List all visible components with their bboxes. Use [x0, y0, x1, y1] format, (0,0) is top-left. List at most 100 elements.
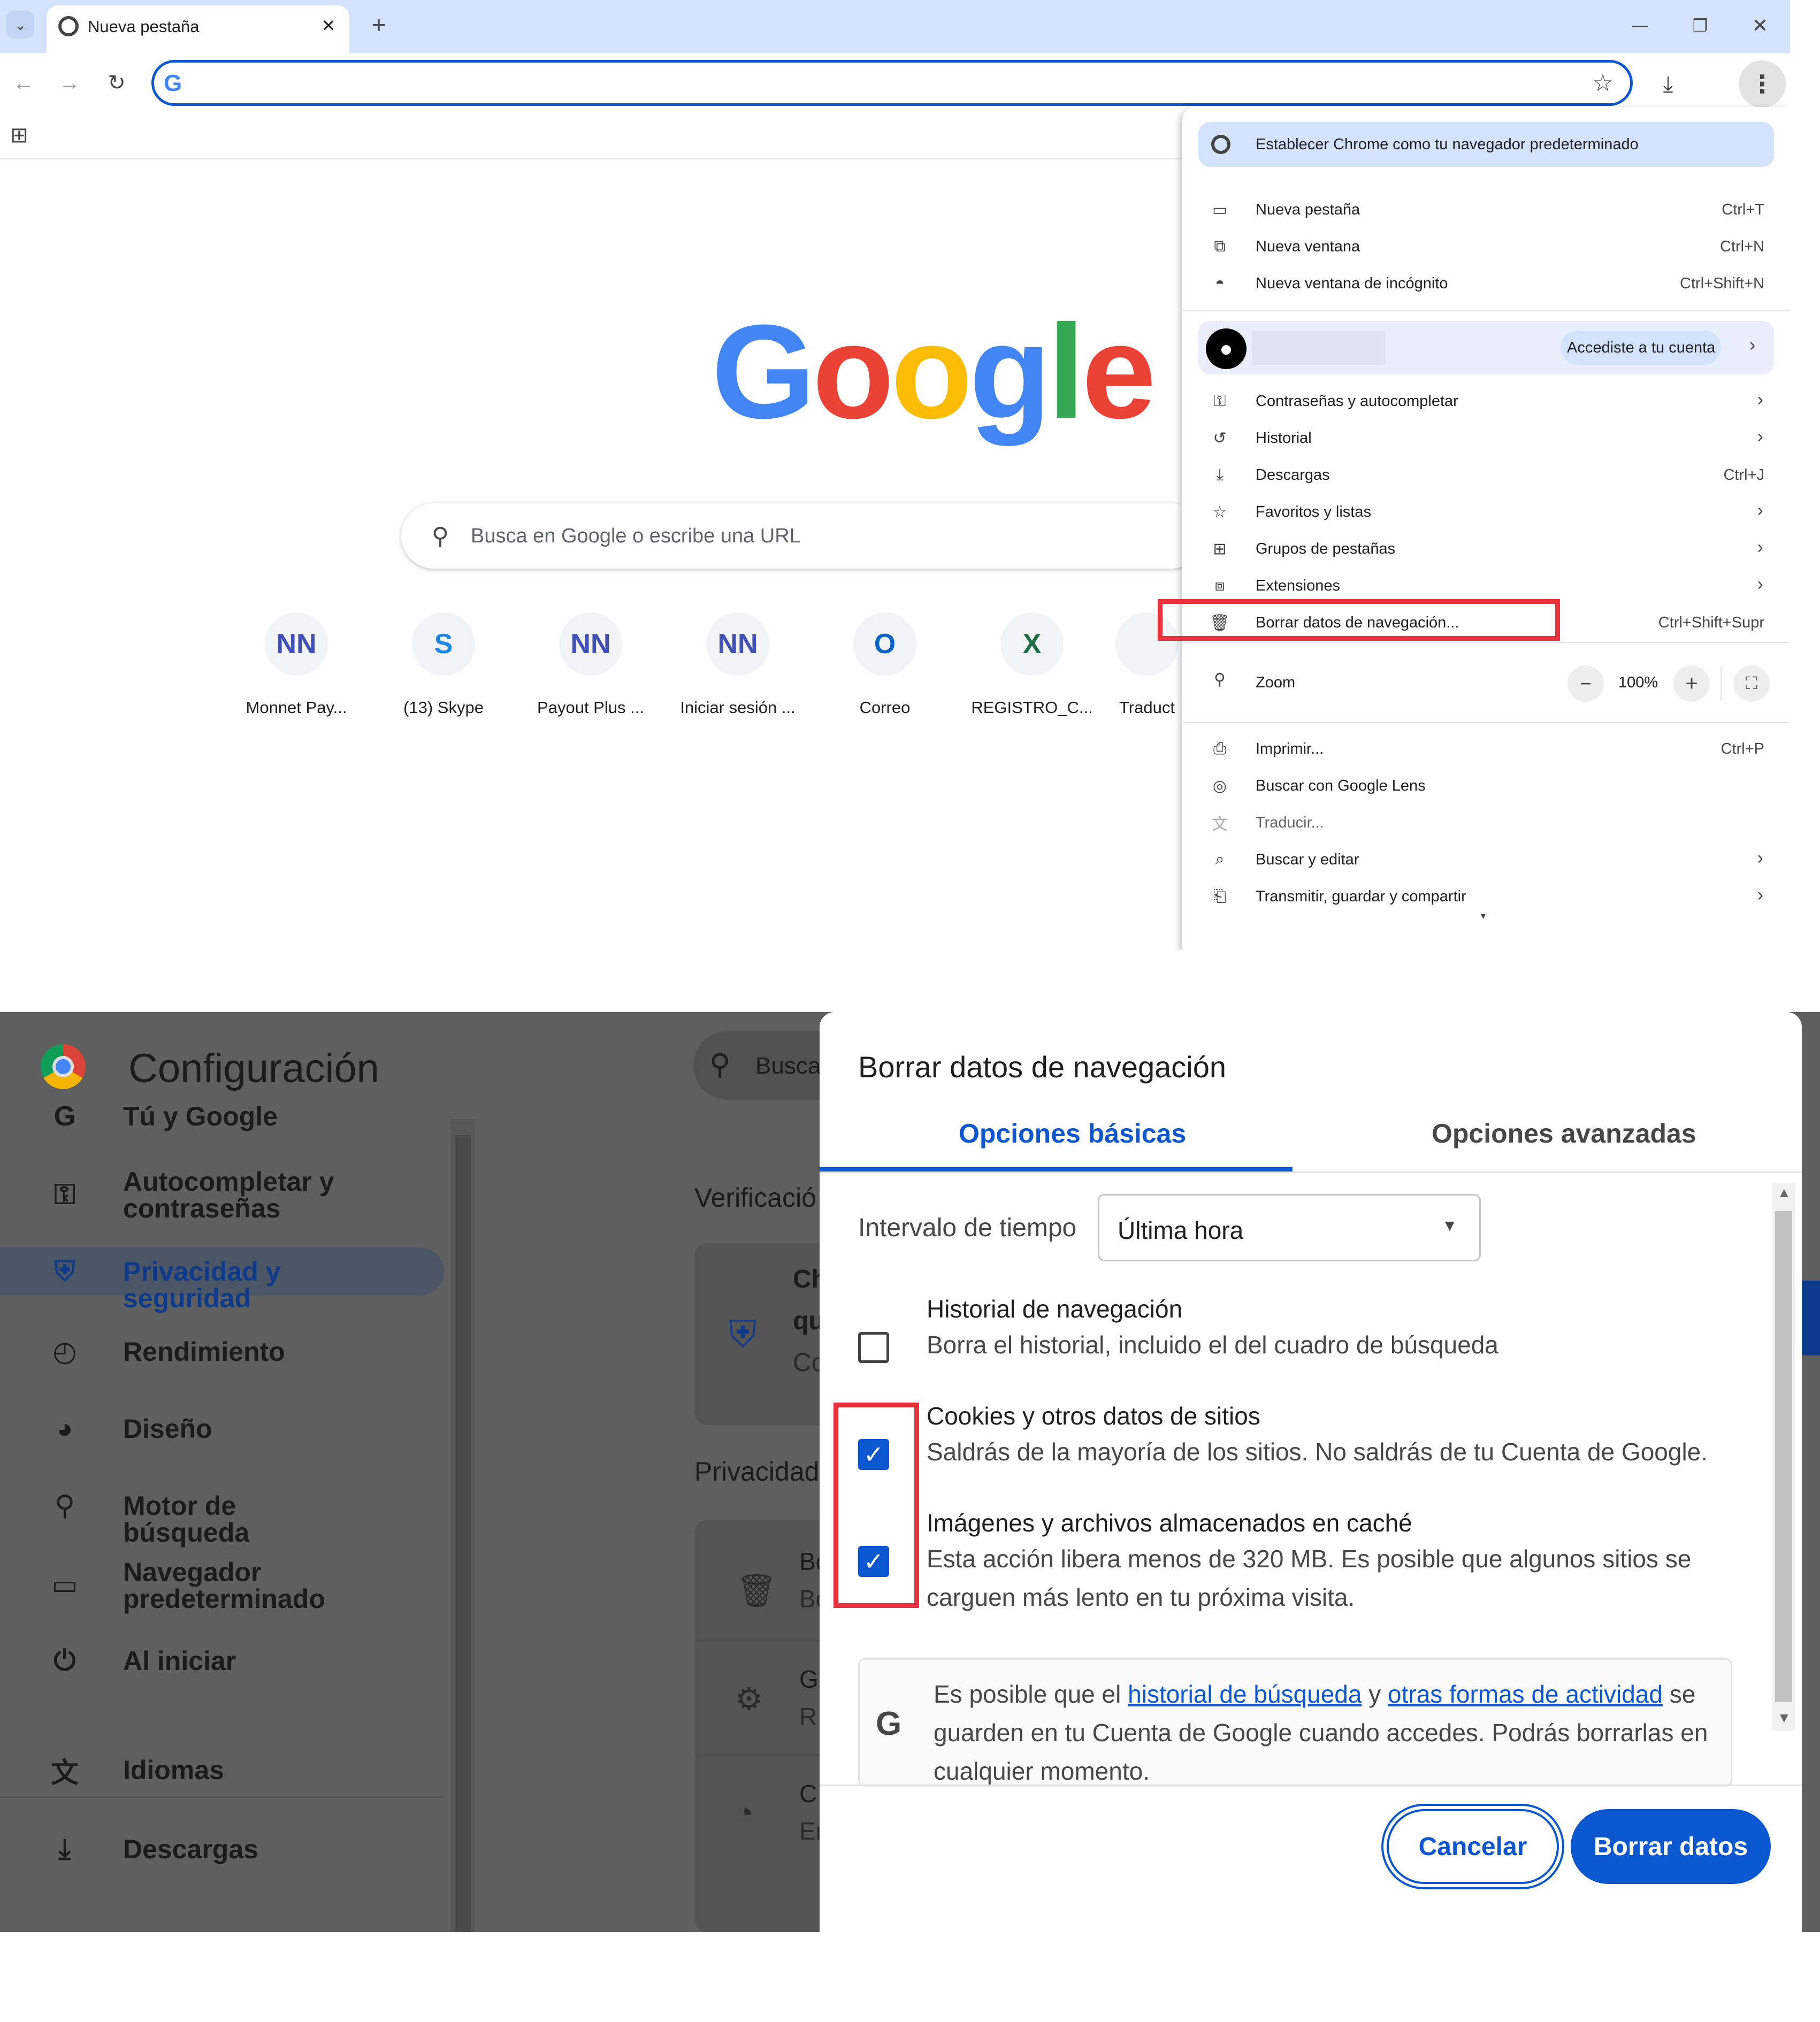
- shortcut-label: REGISTRO_C...: [971, 698, 1093, 717]
- account-row[interactable]: ● Accediste a tu cuenta ›: [1198, 321, 1774, 374]
- account-name-redacted: [1252, 331, 1386, 365]
- account-signed-in-label: Accediste a tu cuenta: [1567, 339, 1716, 356]
- menu-divider: [1182, 310, 1790, 311]
- sidebar-item-label: Privacidad y seguridad: [123, 1257, 281, 1313]
- newtab-search-box[interactable]: ⚲ Busca en Google o escribe una URL: [401, 503, 1204, 569]
- back-icon[interactable]: ←: [10, 69, 37, 97]
- menu-item-shortcut: Ctrl+N: [1720, 238, 1764, 255]
- toolbar: ← → ↻ G ☆ ⤓ ⋮: [0, 53, 1790, 113]
- sidebar-item-al[interactable]: ⏻ Al iniciar: [0, 1637, 444, 1685]
- account-signed-in-chip[interactable]: Accediste a tu cuenta: [1561, 331, 1721, 365]
- default-browser-banner[interactable]: Establecer Chrome como tu navegador pred…: [1198, 122, 1774, 167]
- zoom-in-button[interactable]: +: [1673, 665, 1710, 702]
- restore-button[interactable]: ❐: [1686, 12, 1714, 40]
- dialog-scrollbar[interactable]: ▲ ▼: [1772, 1183, 1795, 1731]
- sidebar-item-idiomas[interactable]: 文 Idiomas: [0, 1746, 444, 1794]
- reload-icon[interactable]: ↻: [103, 69, 131, 97]
- search-icon: ⚲: [709, 1048, 731, 1081]
- shield-icon: ⛨: [729, 1313, 757, 1355]
- sidebar-item-navegador[interactable]: ▭ Navegador predeterminado: [0, 1553, 444, 1618]
- forward-icon[interactable]: →: [56, 69, 83, 97]
- address-bar[interactable]: G ☆: [151, 60, 1633, 106]
- shortcut-tile[interactable]: O Correo: [815, 612, 954, 717]
- menu-item-new-window[interactable]: ⧉ Nueva ventana Ctrl+N: [1182, 228, 1790, 265]
- sidebar-item-label: Motor de búsqueda: [123, 1491, 250, 1548]
- menu-item-lens[interactable]: ◎ Buscar con Google Lens: [1182, 768, 1790, 804]
- google-logo-letter: l: [1047, 297, 1085, 446]
- shortcut-label: Payout Plus ...: [537, 698, 644, 717]
- zoom-value: 100%: [1618, 674, 1658, 691]
- new-window-icon: ⧉: [1214, 238, 1226, 255]
- section-privacidad: Privacidad: [694, 1457, 820, 1487]
- download-icon: ⤓: [58, 1833, 71, 1865]
- row-text: C: [799, 1780, 817, 1807]
- menu-item-new-tab[interactable]: ▭ Nueva pestaña Ctrl+T: [1182, 192, 1790, 228]
- search-icon: ⚲: [431, 523, 449, 549]
- close-window-button[interactable]: ✕: [1746, 12, 1774, 40]
- scroll-up-icon[interactable]: ▲: [1777, 1184, 1791, 1201]
- cancel-button[interactable]: Cancelar: [1387, 1809, 1559, 1884]
- item-description: Borra el historial, incluido el del cuad…: [927, 1331, 1498, 1359]
- menu-divider: [1182, 722, 1790, 723]
- shortcut-tile[interactable]: NN Iniciar sesión ...: [668, 612, 807, 717]
- menu-item-star[interactable]: ☆ Favoritos y listas ›: [1182, 494, 1790, 530]
- sidebar-item-autocompletar[interactable]: ⚿ Autocompletar y contraseñas: [0, 1163, 444, 1227]
- shortcut-tile[interactable]: NN Monnet Pay...: [227, 612, 366, 717]
- time-range-select[interactable]: Última hora ▼: [1098, 1194, 1481, 1261]
- menu-item-zoom: ⚲ Zoom − 100% + ⛶: [1182, 661, 1790, 706]
- menu-item-label: Nueva ventana: [1256, 238, 1360, 255]
- menu-item-cast-save-share[interactable]: ⎗ Transmitir, guardar y compartir ›: [1182, 878, 1790, 915]
- shortcut-tile[interactable]: X REGISTRO_C...: [962, 612, 1102, 717]
- shortcut-tile[interactable]: NN Payout Plus ...: [521, 612, 660, 717]
- tab-basic[interactable]: Opciones básicas: [959, 1118, 1186, 1149]
- shortcut-icon: X: [1000, 612, 1064, 676]
- shortcut-label: Monnet Pay...: [246, 698, 347, 717]
- menu-item-print[interactable]: ⎙ Imprimir... Ctrl+P: [1182, 731, 1790, 767]
- menu-item-find-edit[interactable]: ⌕ Buscar y editar ›: [1182, 841, 1790, 878]
- shortcut-tile[interactable]: S (13) Skype: [374, 612, 513, 717]
- google-logo-letter: o: [812, 297, 894, 446]
- menu-item-puzzle[interactable]: ⧈ Extensiones ›: [1182, 568, 1790, 604]
- scroll-down-icon[interactable]: ▼: [1777, 1710, 1791, 1726]
- sidebar-item-motor[interactable]: ⚲ Motor de búsqueda: [0, 1482, 444, 1546]
- tab-new-tab[interactable]: Nueva pestaña ✕: [47, 5, 349, 53]
- tab-search-button[interactable]: ⌄: [6, 11, 34, 39]
- zoom-label: Zoom: [1256, 674, 1296, 691]
- sidebar-item-descargas[interactable]: ⤓ Descargas: [0, 1825, 444, 1873]
- sidebar-item-privacidad[interactable]: ⛨ Privacidad y seguridad: [0, 1247, 444, 1312]
- downloads-icon[interactable]: ⤓: [1653, 69, 1683, 99]
- menu-item-label: Buscar y editar: [1256, 851, 1359, 868]
- sidebar-item-label: Rendimiento: [123, 1337, 285, 1367]
- chrome-menu-button[interactable]: ⋮: [1739, 60, 1786, 108]
- menu-item-download[interactable]: ⤓ Descargas Ctrl+J: [1182, 457, 1790, 493]
- checkbox-history[interactable]: [858, 1332, 889, 1363]
- scroll-thumb[interactable]: [1775, 1211, 1792, 1702]
- sidebar-scrollbar[interactable]: [450, 1119, 475, 1932]
- menu-item-key[interactable]: ⚿ Contraseñas y autocompletar ›: [1182, 383, 1790, 419]
- minimize-button[interactable]: —: [1626, 12, 1654, 40]
- tab-advanced[interactable]: Opciones avanzadas: [1432, 1118, 1696, 1149]
- bookmark-star-icon[interactable]: ☆: [1588, 68, 1618, 98]
- trash-icon: 🗑: [736, 1573, 777, 1609]
- clear-data-button[interactable]: Borrar datos: [1571, 1809, 1771, 1884]
- other-activity-link[interactable]: otras formas de actividad: [1388, 1680, 1663, 1708]
- row-text: G: [799, 1665, 819, 1693]
- menu-item-translate[interactable]: 文 Traducir...: [1182, 805, 1790, 841]
- menu-item-tab-groups[interactable]: ⊞ Grupos de pestañas ›: [1182, 531, 1790, 567]
- menu-item-incognito[interactable]: ◓ Nueva ventana de incógnito Ctrl+Shift+N: [1182, 265, 1790, 302]
- sidebar-item-diseño[interactable]: ◕ Diseño: [0, 1405, 444, 1453]
- search-history-link[interactable]: historial de búsqueda: [1128, 1680, 1362, 1708]
- sidebar-item-rendimiento[interactable]: ◴ Rendimiento: [0, 1328, 444, 1376]
- fullscreen-icon[interactable]: ⛶: [1733, 665, 1770, 702]
- menu-item-history[interactable]: ↺ Historial ›: [1182, 420, 1790, 456]
- new-tab-button[interactable]: +: [365, 11, 393, 39]
- menu-item-label: Grupos de pestañas: [1256, 540, 1396, 557]
- apps-grid-icon[interactable]: ⊞: [7, 124, 31, 147]
- zoom-out-button[interactable]: −: [1567, 665, 1604, 702]
- menu-item-label: Contraseñas y autocompletar: [1256, 393, 1458, 410]
- close-tab-icon[interactable]: ✕: [317, 14, 340, 37]
- key-icon: ⚿: [54, 1178, 75, 1210]
- sidebar-item-tú[interactable]: G Tú y Google: [0, 1092, 444, 1140]
- shortcut-label: Iniciar sesión ...: [680, 698, 796, 717]
- google-g-icon: G: [164, 70, 182, 96]
